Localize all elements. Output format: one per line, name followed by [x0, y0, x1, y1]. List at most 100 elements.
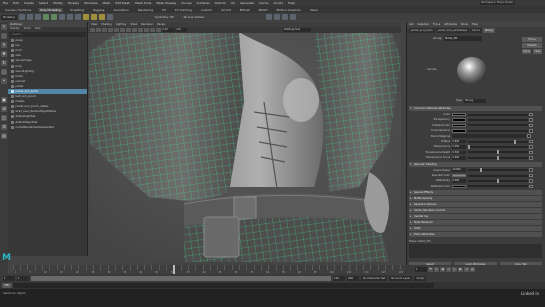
- go-to-end-icon[interactable]: ⏭: [470, 267, 475, 272]
- attr-value-field[interactable]: 0.000: [452, 145, 466, 149]
- section-specular[interactable]: Specular Shading: [409, 161, 542, 167]
- outliner-search[interactable]: ⌕ Search...: [9, 32, 86, 37]
- wireframe-icon[interactable]: [126, 28, 131, 32]
- layout-outliner-icon[interactable]: ☰: [1, 124, 7, 130]
- color-space-field[interactable]: sRGB gamma: [283, 28, 311, 32]
- shelf-tab-bifrost[interactable]: Bifrost: [238, 8, 252, 12]
- shelf-tab-xgen[interactable]: XGen: [308, 8, 320, 12]
- menu-item-arnold[interactable]: Arnold: [273, 1, 283, 5]
- menu-item-help[interactable]: Help: [288, 1, 295, 5]
- menu-item-modify[interactable]: Modify: [53, 1, 63, 5]
- attr-color-swatch[interactable]: [452, 173, 466, 178]
- shelf-tab-curves-surfaces[interactable]: Curves / Surfaces: [3, 8, 33, 12]
- undo-icon[interactable]: [42, 14, 49, 20]
- attr-slider[interactable]: [468, 185, 528, 188]
- menu-item-generate[interactable]: Generate: [240, 1, 254, 5]
- attr-color-swatch[interactable]: [452, 184, 466, 189]
- attr-slider[interactable]: [468, 168, 528, 173]
- ae-menu-selected[interactable]: Selected: [418, 22, 429, 27]
- shelf-tab-animation[interactable]: Animation: [111, 8, 130, 12]
- menu-item-edit[interactable]: Edit: [13, 1, 19, 5]
- layout-single-icon[interactable]: ▣: [1, 97, 7, 103]
- go-to-start-icon[interactable]: ⏮: [428, 267, 433, 272]
- map-button[interactable]: [529, 179, 533, 183]
- layout-graph-icon[interactable]: ▤: [1, 133, 7, 139]
- focus-button[interactable]: Focus: [522, 37, 542, 42]
- select-component-icon[interactable]: [74, 14, 81, 20]
- live-surface-label[interactable]: No Live Surface: [184, 16, 204, 19]
- map-button[interactable]: [529, 123, 533, 128]
- ae-node-tab[interactable]: blinn1: [470, 28, 482, 33]
- section-extra[interactable]: Extra Attributes: [409, 232, 542, 238]
- image-plane-icon[interactable]: [108, 28, 113, 32]
- menu-item-select[interactable]: Select: [39, 1, 48, 5]
- attr-slider[interactable]: [468, 144, 528, 149]
- section-node_behavior[interactable]: Node Behavior: [409, 220, 542, 226]
- move-tool-icon[interactable]: ✥: [1, 51, 7, 57]
- menu-item-file[interactable]: File: [3, 1, 8, 5]
- viewport-3d[interactable]: [89, 22, 401, 262]
- map-button[interactable]: [527, 134, 531, 138]
- menu-item-uv[interactable]: UV: [231, 1, 235, 5]
- play-forward-icon[interactable]: ▷: [452, 267, 457, 272]
- ae-menu-list[interactable]: List: [409, 22, 414, 27]
- workspace-selector[interactable]: Workspace: Maya Classic: [480, 1, 515, 5]
- last-tool-icon[interactable]: •: [1, 78, 7, 84]
- attr-slider[interactable]: [468, 129, 528, 132]
- shelf-tab-mash[interactable]: MASH: [257, 8, 270, 12]
- grid-icon[interactable]: [114, 28, 119, 32]
- step-forward-icon[interactable]: ▶: [458, 267, 463, 272]
- textured-icon[interactable]: [138, 28, 143, 32]
- camera-select-icon[interactable]: [90, 28, 95, 32]
- slider-knob[interactable]: [497, 155, 499, 160]
- shadows-icon[interactable]: [150, 28, 155, 32]
- slider-knob[interactable]: [497, 150, 499, 155]
- attr-slider[interactable]: [468, 150, 528, 155]
- slider-knob[interactable]: [497, 178, 499, 183]
- shelf-tab-motion-graphics[interactable]: Motion Graphics: [274, 8, 302, 12]
- map-button[interactable]: [529, 118, 533, 122]
- select-object-icon[interactable]: [66, 14, 73, 20]
- shelf-tab-poly-modeling[interactable]: Poly Modeling: [38, 7, 64, 12]
- map-button[interactable]: [529, 150, 533, 155]
- menu-item-display[interactable]: Display: [68, 1, 79, 5]
- lights-icon[interactable]: [144, 28, 149, 32]
- save-scene-icon[interactable]: [34, 14, 41, 20]
- attr-value-field[interactable]: 0.500: [452, 150, 466, 155]
- open-scene-icon[interactable]: [26, 14, 33, 20]
- ipr-render-icon[interactable]: [273, 14, 280, 20]
- attr-slider[interactable]: [468, 178, 528, 183]
- snap-grid-icon[interactable]: [82, 14, 89, 20]
- rotate-tool-icon[interactable]: ↻: [1, 60, 7, 66]
- menu-item-mesh-display[interactable]: Mesh Display: [156, 1, 176, 5]
- map-button[interactable]: [529, 156, 533, 160]
- attr-value-field[interactable]: 20.000: [452, 168, 466, 172]
- outliner-menu-show[interactable]: Show: [24, 27, 31, 31]
- new-scene-icon[interactable]: [18, 14, 25, 20]
- current-time-indicator[interactable]: [173, 265, 175, 274]
- range-bar[interactable]: [31, 275, 331, 281]
- attr-slider[interactable]: [468, 124, 528, 127]
- snap-surface-icon[interactable]: [106, 14, 113, 20]
- lasso-tool-icon[interactable]: ◌: [1, 33, 7, 39]
- far-clip-field[interactable]: 1.00: [175, 28, 187, 32]
- paint-select-icon[interactable]: ✎: [1, 42, 7, 48]
- menu-item-surfaces[interactable]: Surfaces: [197, 1, 210, 5]
- map-button[interactable]: [529, 184, 533, 189]
- mel-button[interactable]: MEL: [2, 283, 12, 288]
- redo-icon[interactable]: [50, 14, 57, 20]
- current-frame-field[interactable]: 1: [415, 267, 427, 272]
- near-clip-field[interactable]: 0.00: [162, 28, 174, 32]
- menu-item-mesh[interactable]: Mesh: [103, 1, 111, 5]
- section-matte[interactable]: Matte Opacity: [409, 196, 542, 202]
- smooth-shade-icon[interactable]: [132, 28, 137, 32]
- attr-slider[interactable]: [468, 118, 528, 121]
- attr-value-field[interactable]: 0.500: [452, 155, 466, 160]
- anim-layer-dropdown[interactable]: No Anim Layer: [389, 275, 413, 281]
- type-dropdown[interactable]: Phong: [464, 98, 486, 103]
- outliner-menu-display[interactable]: Display: [10, 27, 20, 31]
- slider-knob[interactable]: [468, 144, 470, 149]
- menu-item-mesh-tools[interactable]: Mesh Tools: [135, 1, 151, 5]
- shelf-tab-rendering[interactable]: Rendering: [136, 8, 155, 12]
- step-back-icon[interactable]: ◀: [440, 267, 445, 272]
